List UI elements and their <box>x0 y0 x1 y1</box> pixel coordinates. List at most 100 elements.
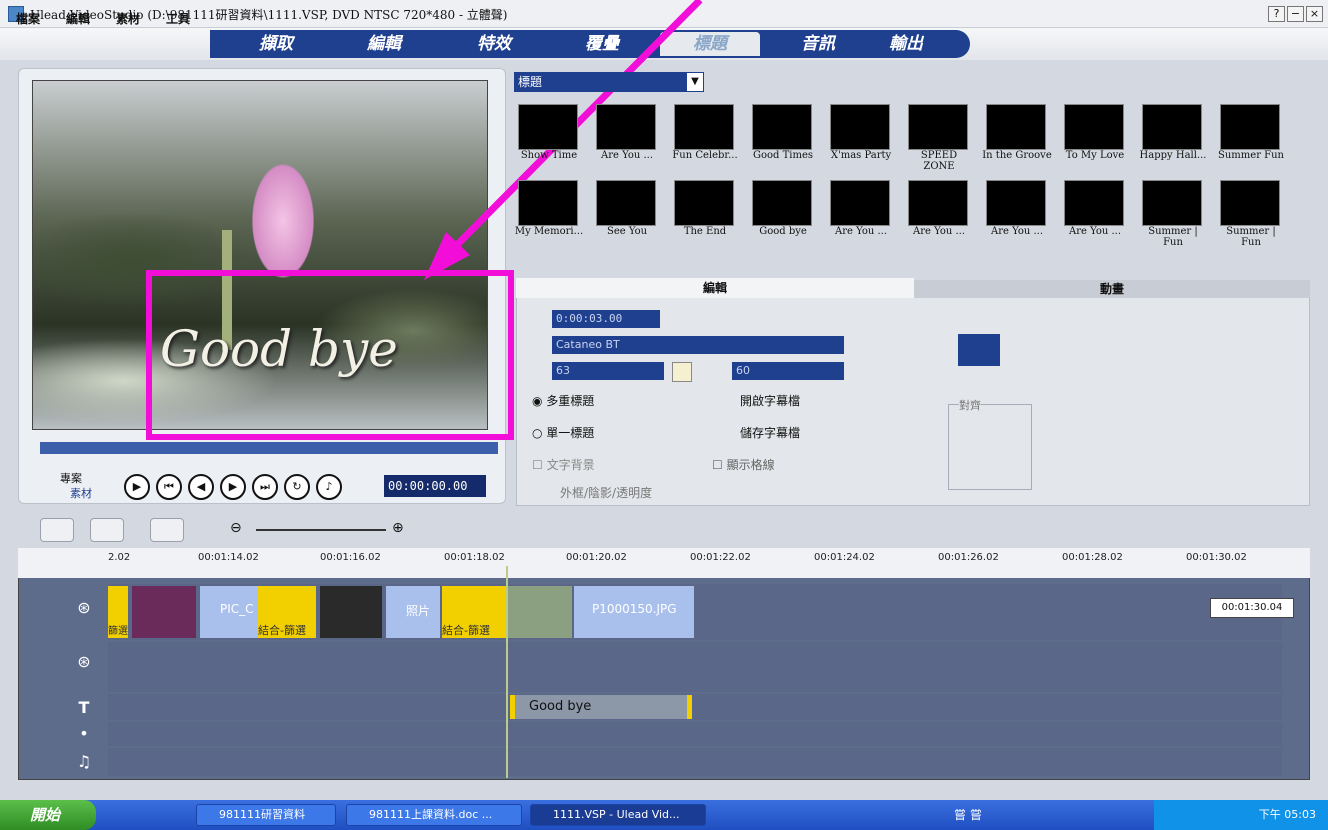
font-size-select[interactable]: 63 <box>552 362 664 380</box>
audio-view-button[interactable] <box>150 518 184 542</box>
overlay-track[interactable] <box>108 642 1282 692</box>
border-shadow-button[interactable]: 外框/陰影/透明度 <box>560 484 652 501</box>
transition-clip[interactable]: 篩選 <box>108 586 128 638</box>
zoom-in-icon[interactable]: ⊕ <box>392 520 404 536</box>
title-preset-thumbnail <box>1064 104 1124 150</box>
menu-clip[interactable]: 素材 <box>116 10 140 27</box>
video-clip[interactable] <box>320 586 382 638</box>
show-grid-checkbox[interactable]: ☐ 顯示格線 <box>712 456 775 473</box>
single-title-radio[interactable]: ○ 單一標題 <box>532 424 594 441</box>
ruler-tick: 00:01:16.02 <box>320 552 381 563</box>
prev-frame-icon[interactable]: ◀ <box>188 474 214 500</box>
video-clip[interactable] <box>132 586 196 638</box>
video-track-icon: ⊛ <box>77 598 91 617</box>
step-capture[interactable]: 擷取 <box>226 32 326 56</box>
title-preset-label: To My Love <box>1065 150 1125 161</box>
title-preset[interactable]: Good Times <box>748 104 818 161</box>
video-clip[interactable]: 照片 <box>386 586 440 638</box>
tab-animation[interactable]: 動畫 <box>914 280 1310 298</box>
zoom-out-icon[interactable]: ⊖ <box>230 520 242 536</box>
title-preset[interactable]: Are You ... <box>904 180 974 237</box>
clock[interactable]: 下午 05:03 <box>1259 808 1316 821</box>
font-color-swatch[interactable] <box>672 362 692 382</box>
ruler-tick: 00:01:30.02 <box>1186 552 1247 563</box>
preview-scrubber[interactable] <box>40 442 498 454</box>
close-button[interactable]: × <box>1306 6 1323 22</box>
title-preset[interactable]: Fun Celebr... <box>670 104 740 161</box>
project-duration: 00:01:30.04 <box>1210 598 1294 618</box>
title-preset[interactable]: The End <box>670 180 740 237</box>
save-subtitle-button[interactable]: 儲存字幕檔 <box>740 424 800 441</box>
step-share[interactable]: 輸出 <box>856 32 956 56</box>
line-spacing-select[interactable]: 60 <box>732 362 844 380</box>
transition-clip[interactable]: 結合-篩選 <box>442 586 506 638</box>
title-preset[interactable]: Summer | Fun <box>1216 180 1286 248</box>
home-icon[interactable]: ⏮ <box>156 474 182 500</box>
minimize-button[interactable]: − <box>1287 6 1304 22</box>
task-videostudio[interactable]: 1111.VSP - Ulead Vid... <box>530 804 706 826</box>
title-preset[interactable]: Show Time <box>514 104 584 161</box>
chevron-down-icon[interactable]: ▼ <box>686 72 704 92</box>
tab-edit[interactable]: 編輯 <box>516 278 914 298</box>
volume-icon[interactable]: ♪ <box>316 474 342 500</box>
repeat-icon[interactable]: ↻ <box>284 474 310 500</box>
animation-preset-select[interactable] <box>958 334 1000 366</box>
title-preset[interactable]: SPEED ZONE <box>904 104 974 172</box>
title-preset[interactable]: Are You ... <box>592 104 662 161</box>
zoom-slider[interactable] <box>256 529 386 531</box>
mode-project[interactable]: 專案 <box>60 470 82 486</box>
title-preset[interactable]: In the Groove <box>982 104 1052 161</box>
music-track[interactable] <box>108 748 1282 776</box>
title-preset-thumbnail <box>518 180 578 226</box>
voice-track[interactable] <box>108 722 1282 746</box>
highlight-box <box>146 270 514 440</box>
title-preset-label: Good Times <box>752 150 813 161</box>
menu-file[interactable]: 檔案 <box>16 10 40 27</box>
ruler-tick: 00:01:24.02 <box>814 552 875 563</box>
timeline-view-button[interactable] <box>90 518 124 542</box>
text-bg-checkbox[interactable]: ☐ 文字背景 <box>532 456 595 473</box>
task-folder[interactable]: 981111研習資料 <box>196 804 336 826</box>
transition-clip[interactable]: 結合-篩選 <box>258 586 316 638</box>
title-preset[interactable]: See You <box>592 180 662 237</box>
title-clip[interactable]: Good bye <box>510 695 692 719</box>
title-preset-label: Are You ... <box>990 226 1043 237</box>
title-preset[interactable]: Happy Hall... <box>1138 104 1208 161</box>
title-preset-label: Happy Hall... <box>1139 150 1207 161</box>
menu-tools[interactable]: 工具 <box>166 10 190 27</box>
title-preset[interactable]: Are You ... <box>1060 180 1130 237</box>
title-preset[interactable]: Are You ... <box>826 180 896 237</box>
video-clip[interactable]: PIC_C <box>200 586 258 638</box>
video-clip[interactable]: P1000150.JPG <box>574 586 694 638</box>
library-category-select[interactable]: 標題 <box>514 72 704 92</box>
open-subtitle-button[interactable]: 開啟字幕檔 <box>740 392 800 409</box>
system-tray: 下午 05:03 <box>1154 800 1328 830</box>
end-icon[interactable]: ⏭ <box>252 474 278 500</box>
duration-field[interactable]: 0:00:03.00 <box>552 310 660 328</box>
title-preset[interactable]: Are You ... <box>982 180 1052 237</box>
video-clip[interactable] <box>508 586 572 638</box>
preview-timecode[interactable]: 00:00:00.00 <box>384 475 486 497</box>
storyboard-view-button[interactable] <box>40 518 74 542</box>
title-track[interactable] <box>108 694 1282 720</box>
next-frame-icon[interactable]: ▶ <box>220 474 246 500</box>
title-preset[interactable]: X'mas Party <box>826 104 896 161</box>
mode-clip[interactable]: 素材 <box>70 485 92 501</box>
title-preset[interactable]: To My Love <box>1060 104 1130 161</box>
font-select[interactable]: Cataneo BT <box>552 336 844 354</box>
library-row: My Memori... See You The End Good bye Are Yo… <box>514 180 1304 250</box>
ime-indicator[interactable]: 嘗 嘗 <box>954 806 982 823</box>
task-doc[interactable]: 981111上課資料.doc ... <box>346 804 522 826</box>
multi-title-radio[interactable]: ◉ 多重標題 <box>532 392 594 409</box>
play-icon[interactable]: ▶ <box>124 474 150 500</box>
start-button[interactable]: 開始 <box>0 800 96 830</box>
step-audio[interactable]: 音訊 <box>768 32 868 56</box>
title-preset[interactable]: Summer Fun <box>1216 104 1286 161</box>
menu-edit[interactable]: 編輯 <box>66 10 90 27</box>
help-button[interactable]: ? <box>1268 6 1285 22</box>
title-preset[interactable]: Summer | Fun <box>1138 180 1208 248</box>
title-preset[interactable]: Good bye <box>748 180 818 237</box>
title-preset-thumbnail <box>1142 104 1202 150</box>
title-preset[interactable]: My Memori... <box>514 180 584 237</box>
playhead[interactable] <box>506 566 508 778</box>
